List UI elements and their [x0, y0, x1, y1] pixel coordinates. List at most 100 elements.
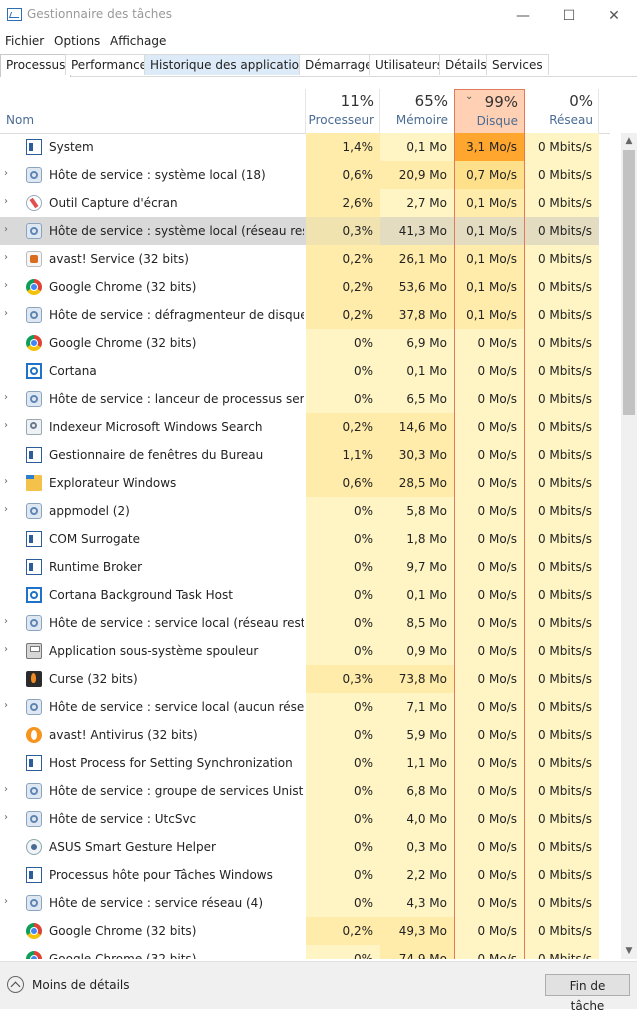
process-network: 0 Mbits/s	[525, 441, 599, 469]
process-row[interactable]: Google Chrome (32 bits) 0,2% 49,3 Mo 0 Mo/s…	[0, 917, 599, 945]
tab-details[interactable]: Détails	[439, 54, 493, 75]
expand-chevron-right-icon[interactable]: ›	[4, 616, 12, 627]
avast-antivirus-icon	[26, 727, 42, 743]
expand-chevron-right-icon[interactable]: ›	[4, 476, 12, 487]
window-title: Gestionnaire des tâches	[27, 7, 173, 21]
menu-options[interactable]: Options	[54, 34, 100, 48]
process-row[interactable]: › Hôte de service : service local (réseau…	[0, 609, 599, 637]
process-memory: 0,1 Mo	[380, 357, 454, 385]
process-row[interactable]: Runtime Broker 0% 9,7 Mo 0 Mo/s 0 Mbits/s	[0, 553, 599, 581]
process-network: 0 Mbits/s	[525, 385, 599, 413]
process-row[interactable]: › Hôte de service : UtcSvc 0% 4,0 Mo 0 Mo/s 0…	[0, 805, 599, 833]
expand-chevron-right-icon[interactable]: ›	[4, 308, 12, 319]
process-row[interactable]: › Hôte de service : service réseau (4) 0% 4…	[0, 889, 599, 917]
process-row[interactable]: Cortana 0% 0,1 Mo 0 Mo/s 0 Mbits/s	[0, 357, 599, 385]
process-name: Hôte de service : défragmenteur de disqu…	[49, 308, 304, 322]
tab-demarrage[interactable]: Démarrage	[299, 54, 379, 75]
expand-chevron-right-icon[interactable]: ›	[4, 896, 12, 907]
expand-chevron-right-icon[interactable]: ›	[4, 280, 12, 291]
process-row[interactable]: › Google Chrome (32 bits) 0,2% 53,6 Mo 0,1 M…	[0, 273, 599, 301]
expand-chevron-right-icon[interactable]: ›	[4, 504, 12, 515]
fewer-details-link[interactable]: Moins de détails	[32, 978, 130, 992]
process-row[interactable]: System 1,4% 0,1 Mo 3,1 Mo/s 0 Mbits/s	[0, 133, 599, 161]
process-row[interactable]: › Hôte de service : groupe de services Un…	[0, 777, 599, 805]
process-memory: 41,3 Mo	[380, 217, 454, 245]
process-row[interactable]: › Hôte de service : système local (réseau…	[0, 217, 599, 245]
process-row[interactable]: › Hôte de service : service local (aucun …	[0, 693, 599, 721]
expand-chevron-right-icon[interactable]: ›	[4, 168, 12, 179]
process-row[interactable]: Processus hôte pour Tâches Windows 0% 2,2 …	[0, 861, 599, 889]
cpu-total: 11%	[340, 92, 374, 110]
column-disk-header[interactable]: ⌄ 99% Disque	[454, 89, 525, 133]
expand-chevron-right-icon[interactable]: ›	[4, 812, 12, 823]
process-row[interactable]: › Outil Capture d'écran 2,6% 2,7 Mo 0,1 Mo/s…	[0, 189, 599, 217]
chevron-up-circle-icon[interactable]	[7, 976, 24, 993]
process-row[interactable]: Google Chrome (32 bits) 0% 74,9 Mo 0 Mo/s 0 …	[0, 945, 599, 959]
process-row[interactable]: ASUS Smart Gesture Helper 0% 0,3 Mo 0 Mo/s 0…	[0, 833, 599, 861]
scroll-down-arrow-icon[interactable]: ▼	[621, 943, 637, 959]
process-network: 0 Mbits/s	[525, 413, 599, 441]
process-row[interactable]: › Application sous-système spouleur 0% 0,9 …	[0, 637, 599, 665]
process-disk: 0,1 Mo/s	[454, 301, 525, 329]
tab-services[interactable]: Services	[486, 54, 549, 75]
process-row[interactable]: › Hôte de service : système local (18) 0,6…	[0, 161, 599, 189]
expand-chevron-right-icon[interactable]: ›	[4, 392, 12, 403]
process-memory: 28,5 Mo	[380, 469, 454, 497]
host-process-icon	[26, 755, 42, 771]
expand-chevron-right-icon[interactable]: ›	[4, 196, 12, 207]
expand-chevron-right-icon[interactable]: ›	[4, 252, 12, 263]
process-disk: 0 Mo/s	[454, 917, 525, 945]
process-row[interactable]: › Explorateur Windows 0,6% 28,5 Mo 0 Mo/s 0 M…	[0, 469, 599, 497]
vertical-scrollbar[interactable]: ▲ ▼	[621, 133, 637, 959]
process-row[interactable]: › avast! Service (32 bits) 0,2% 26,1 Mo 0,1 …	[0, 245, 599, 273]
process-row[interactable]: Host Process for Setting Synchronization…	[0, 749, 599, 777]
process-memory: 6,9 Mo	[380, 329, 454, 357]
tab-historique-applications[interactable]: Historique des applications	[144, 54, 319, 75]
process-cpu: 0,2%	[306, 413, 380, 441]
expand-chevron-right-icon[interactable]: ›	[4, 784, 12, 795]
process-row[interactable]: Google Chrome (32 bits) 0% 6,9 Mo 0 Mo/s 0 M…	[0, 329, 599, 357]
close-button[interactable]: ✕	[591, 0, 637, 32]
process-cpu: 0%	[306, 749, 380, 777]
tab-performance[interactable]: Performance	[65, 54, 154, 75]
process-row[interactable]: Curse (32 bits) 0,3% 73,8 Mo 0 Mo/s 0 Mbits/…	[0, 665, 599, 693]
process-cpu: 0,6%	[306, 469, 380, 497]
cpu-label: Processeur	[308, 113, 374, 127]
process-memory: 4,0 Mo	[380, 805, 454, 833]
minimize-button[interactable]: —	[500, 0, 546, 32]
process-network: 0 Mbits/s	[525, 497, 599, 525]
end-task-button[interactable]: Fin de tâche	[545, 974, 630, 1013]
menu-fichier[interactable]: Fichier	[5, 34, 44, 48]
memory-label: Mémoire	[395, 113, 448, 127]
process-row[interactable]: › Indexeur Microsoft Windows Search 0,2% 14…	[0, 413, 599, 441]
curse-flame-icon	[26, 671, 42, 687]
process-row[interactable]: avast! Antivirus (32 bits) 0% 5,9 Mo 0 Mo/s…	[0, 721, 599, 749]
column-divider	[305, 89, 306, 133]
column-network-header[interactable]: 0% Réseau	[525, 89, 599, 133]
scrollbar-thumb[interactable]	[623, 150, 635, 415]
maximize-button[interactable]: ☐	[546, 0, 592, 32]
process-row[interactable]: Gestionnaire de fenêtres du Bureau 1,1% 30…	[0, 441, 599, 469]
scroll-up-arrow-icon[interactable]: ▲	[621, 133, 637, 149]
tab-utilisateurs[interactable]: Utilisateurs	[369, 54, 449, 75]
process-row[interactable]: › Hôte de service : défragmenteur de disq…	[0, 301, 599, 329]
process-cpu: 0%	[306, 777, 380, 805]
process-row[interactable]: COM Surrogate 0% 1,8 Mo 0 Mo/s 0 Mbits/s	[0, 525, 599, 553]
process-row[interactable]: › Hôte de service : lanceur de processus …	[0, 385, 599, 413]
expand-chevron-right-icon[interactable]: ›	[4, 644, 12, 655]
process-name: Google Chrome (32 bits)	[49, 280, 197, 294]
process-disk: 0 Mo/s	[454, 385, 525, 413]
expand-chevron-right-icon[interactable]: ›	[4, 224, 12, 235]
menu-affichage[interactable]: Affichage	[110, 34, 166, 48]
sort-chevron-down-icon: ⌄	[465, 91, 474, 102]
process-disk: 0,7 Mo/s	[454, 161, 525, 189]
process-disk: 3,1 Mo/s	[454, 133, 525, 161]
tab-processus[interactable]: Processus	[0, 54, 72, 77]
column-memory-header[interactable]: 65% Mémoire	[380, 89, 454, 133]
process-row[interactable]: › appmodel (2) 0% 5,8 Mo 0 Mo/s 0 Mbits/s	[0, 497, 599, 525]
expand-chevron-right-icon[interactable]: ›	[4, 700, 12, 711]
column-cpu-header[interactable]: 11% Processeur	[306, 89, 380, 133]
column-name-header[interactable]: Nom	[6, 113, 34, 127]
expand-chevron-right-icon[interactable]: ›	[4, 420, 12, 431]
process-row[interactable]: Cortana Background Task Host 0% 0,1 Mo 0 Mo…	[0, 581, 599, 609]
